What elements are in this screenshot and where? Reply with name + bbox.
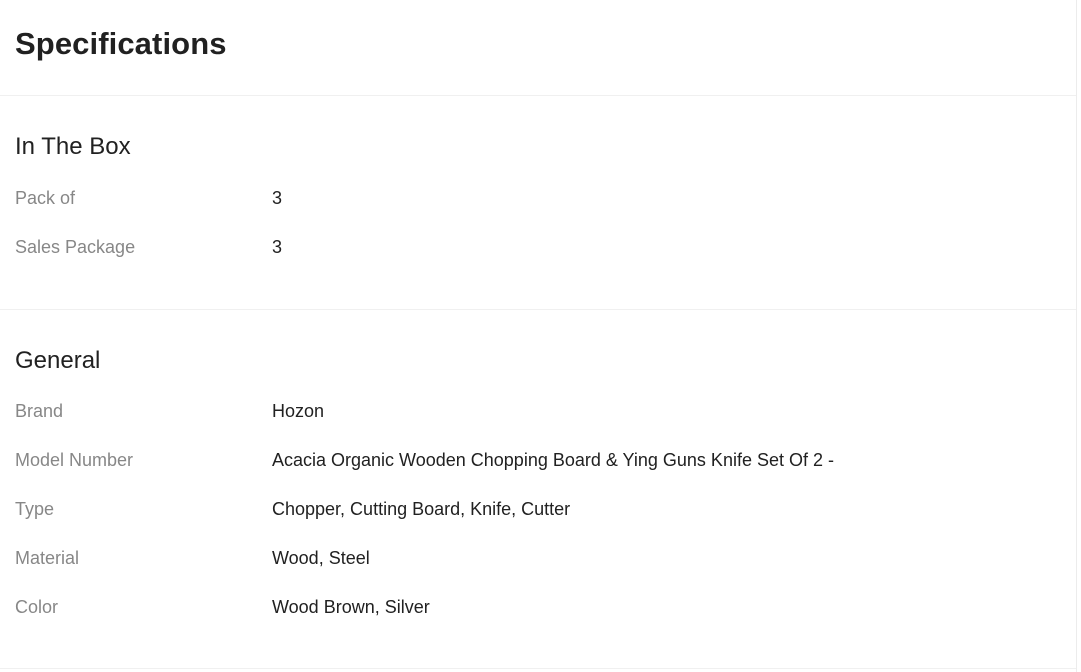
spec-label: Model Number bbox=[15, 450, 134, 470]
spec-value: 3 bbox=[272, 237, 283, 257]
section-divider bbox=[0, 668, 1076, 669]
spec-label: Pack of bbox=[15, 188, 76, 208]
specifications-panel: Specifications In The Box Pack of 3 Sale… bbox=[0, 0, 1077, 672]
spec-value: Acacia Organic Wooden Chopping Board & Y… bbox=[272, 450, 834, 470]
page-title: Specifications bbox=[15, 26, 227, 61]
spec-value: Wood Brown, Silver bbox=[272, 597, 430, 617]
spec-row-pack-of: Pack of 3 bbox=[0, 185, 1076, 211]
spec-label: Sales Package bbox=[15, 237, 136, 257]
spec-row-sales-package: Sales Package 3 bbox=[0, 234, 1076, 260]
section-title: General bbox=[15, 347, 101, 374]
spec-label: Type bbox=[15, 499, 55, 519]
spec-row-brand: Brand Hozon bbox=[0, 398, 1076, 424]
spec-label: Material bbox=[15, 548, 80, 568]
spec-value: 3 bbox=[272, 188, 283, 208]
section-title: In The Box bbox=[15, 133, 131, 160]
spec-value: Hozon bbox=[272, 401, 325, 421]
spec-row-color: Color Wood Brown, Silver bbox=[0, 594, 1076, 620]
section-divider bbox=[0, 309, 1076, 310]
section-divider bbox=[0, 95, 1076, 96]
spec-label: Brand bbox=[15, 401, 64, 421]
spec-value: Wood, Steel bbox=[272, 548, 370, 568]
spec-row-material: Material Wood, Steel bbox=[0, 545, 1076, 571]
spec-value: Chopper, Cutting Board, Knife, Cutter bbox=[272, 499, 571, 519]
spec-row-type: Type Chopper, Cutting Board, Knife, Cutt… bbox=[0, 496, 1076, 522]
spec-row-model-number: Model Number Acacia Organic Wooden Chopp… bbox=[0, 447, 1076, 473]
spec-label: Color bbox=[15, 597, 59, 617]
